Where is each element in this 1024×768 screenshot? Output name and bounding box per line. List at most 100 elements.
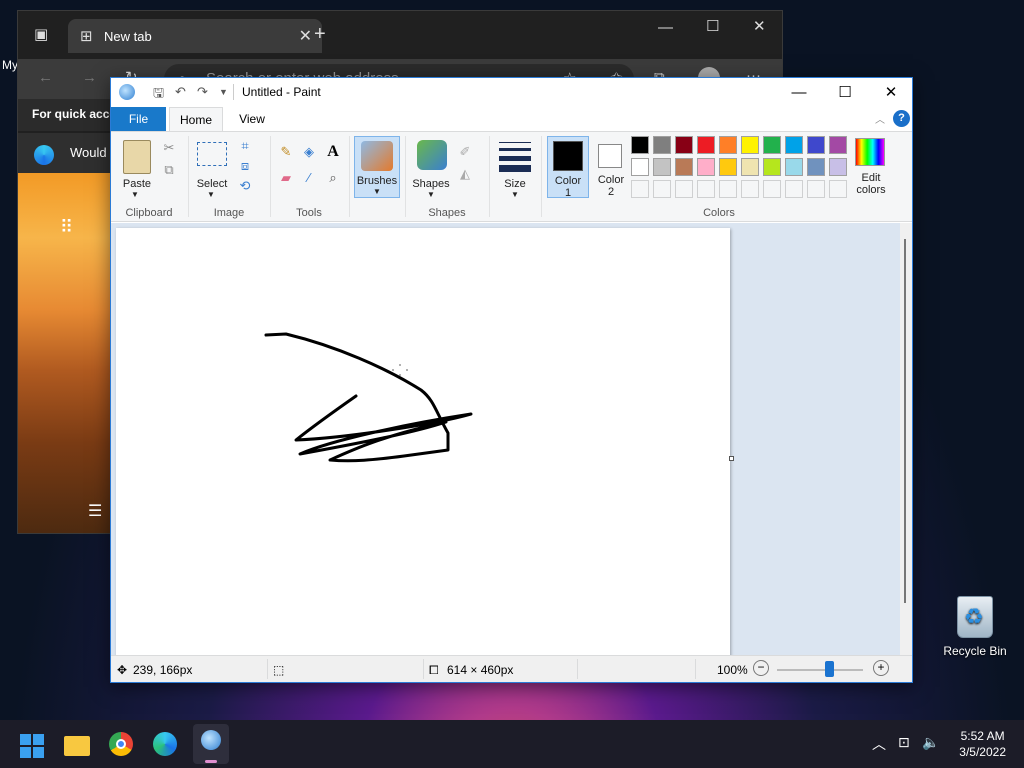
vertical-scrollbar[interactable] xyxy=(900,223,912,655)
edit-colors-icon[interactable] xyxy=(855,138,885,166)
palette-color-swatch[interactable] xyxy=(719,136,737,154)
palette-color-swatch[interactable] xyxy=(719,158,737,176)
palette-color-swatch[interactable] xyxy=(763,136,781,154)
paint-app-icon[interactable] xyxy=(119,84,135,100)
palette-color-swatch[interactable] xyxy=(807,158,825,176)
outline-icon[interactable]: ✐ xyxy=(455,142,475,162)
size-dropdown-icon[interactable]: ▼ xyxy=(511,190,519,199)
palette-color-swatch[interactable] xyxy=(741,136,759,154)
fill-icon[interactable]: ◈ xyxy=(299,142,319,162)
paste-icon[interactable] xyxy=(123,140,151,174)
resize-icon[interactable]: ⧈ xyxy=(235,156,255,176)
select-icon[interactable] xyxy=(197,142,227,166)
size-icon[interactable] xyxy=(499,142,531,172)
network-icon[interactable]: ⊡ xyxy=(898,734,910,751)
zoom-slider-thumb[interactable] xyxy=(824,661,834,677)
palette-color-swatch[interactable] xyxy=(763,158,781,176)
forward-icon[interactable]: → xyxy=(82,69,97,86)
redo-icon[interactable]: ↷ xyxy=(197,84,208,100)
magnifier-icon[interactable]: ⌕ xyxy=(323,168,343,188)
collapse-ribbon-icon[interactable]: ︿ xyxy=(875,111,885,126)
close-button[interactable]: ✕ xyxy=(868,78,914,107)
brushes-button[interactable]: Brushes ▼ xyxy=(354,136,400,198)
menu-icon[interactable]: ☰ xyxy=(88,501,102,521)
palette-color-swatch[interactable] xyxy=(785,136,803,154)
size-button[interactable]: Size xyxy=(493,178,537,190)
paste-dropdown-icon[interactable]: ▼ xyxy=(131,190,139,199)
text-icon[interactable]: A xyxy=(323,142,343,162)
tab-actions-icon[interactable]: ▣ xyxy=(34,25,48,43)
close-tab-icon[interactable]: ✕ xyxy=(299,26,312,46)
palette-color-swatch[interactable] xyxy=(675,158,693,176)
scrollbar-thumb[interactable] xyxy=(904,239,906,603)
palette-empty-swatch[interactable] xyxy=(785,180,803,198)
apps-grid-icon[interactable]: ⠿ xyxy=(60,217,73,238)
palette-color-swatch[interactable] xyxy=(829,136,847,154)
help-icon[interactable]: ? xyxy=(893,110,910,127)
copy-icon[interactable]: ⧉ xyxy=(159,160,179,180)
edit-colors-label-line2[interactable]: colors xyxy=(847,184,895,196)
color-picker-icon[interactable]: ⁄ xyxy=(299,168,319,188)
palette-color-swatch[interactable] xyxy=(697,136,715,154)
chrome-icon[interactable] xyxy=(105,728,137,760)
customize-qat-icon[interactable]: ▼ xyxy=(219,87,228,97)
select-button[interactable]: Select xyxy=(191,178,233,190)
palette-empty-swatch[interactable] xyxy=(763,180,781,198)
crop-icon[interactable]: ⌗ xyxy=(235,136,255,156)
tab-view[interactable]: View xyxy=(229,107,275,131)
back-icon[interactable]: ← xyxy=(38,69,53,86)
file-explorer-icon[interactable] xyxy=(61,728,93,760)
palette-color-swatch[interactable] xyxy=(741,158,759,176)
new-tab-button[interactable]: + xyxy=(314,23,326,46)
shapes-dropdown-icon[interactable]: ▼ xyxy=(427,190,435,199)
paste-button[interactable]: Paste xyxy=(117,178,157,190)
drawing-canvas[interactable] xyxy=(116,228,730,658)
palette-empty-swatch[interactable] xyxy=(675,180,693,198)
rotate-icon[interactable]: ⟲ xyxy=(235,176,255,196)
paint-taskbar-icon[interactable] xyxy=(193,724,229,764)
palette-empty-swatch[interactable] xyxy=(653,180,671,198)
palette-empty-swatch[interactable] xyxy=(741,180,759,198)
pencil-icon[interactable]: ✎ xyxy=(276,142,296,162)
maximize-icon[interactable]: ☐ xyxy=(706,17,719,35)
tab-home[interactable]: Home xyxy=(169,107,223,131)
minimize-icon[interactable]: — xyxy=(658,19,673,36)
palette-color-swatch[interactable] xyxy=(829,158,847,176)
palette-empty-swatch[interactable] xyxy=(697,180,715,198)
palette-color-swatch[interactable] xyxy=(631,136,649,154)
start-button[interactable] xyxy=(16,728,48,760)
zoom-slider-track[interactable] xyxy=(777,669,863,671)
color1-button[interactable]: Color 1 xyxy=(547,136,589,199)
zoom-out-button[interactable]: − xyxy=(753,660,769,676)
shapes-button[interactable]: Shapes xyxy=(409,178,453,190)
minimize-button[interactable]: — xyxy=(776,78,822,107)
palette-color-swatch[interactable] xyxy=(807,136,825,154)
maximize-button[interactable]: ☐ xyxy=(822,78,868,107)
eraser-icon[interactable]: ▰ xyxy=(276,168,296,188)
color2-button[interactable]: Color 2 xyxy=(591,136,633,198)
volume-icon[interactable]: 🔈 xyxy=(922,734,939,751)
canvas-resize-handle[interactable] xyxy=(729,456,734,461)
close-icon[interactable]: ✕ xyxy=(753,17,766,35)
tab-file[interactable]: File xyxy=(111,107,166,131)
clock[interactable]: 5:52 AM 3/5/2022 xyxy=(959,728,1006,760)
palette-empty-swatch[interactable] xyxy=(719,180,737,198)
edge-icon[interactable] xyxy=(149,728,181,760)
cut-icon[interactable]: ✂ xyxy=(159,138,179,158)
palette-color-swatch[interactable] xyxy=(631,158,649,176)
palette-empty-swatch[interactable] xyxy=(631,180,649,198)
paint-window[interactable]: 🖫 ↶ ↷ ▼ Untitled - Paint — ☐ ✕ File Home… xyxy=(110,77,913,683)
edit-colors-label-line1[interactable]: Edit xyxy=(847,172,895,184)
zoom-in-button[interactable]: + xyxy=(873,660,889,676)
chevron-up-icon[interactable]: ︿ xyxy=(872,734,886,754)
desktop-icon-label[interactable]: My xyxy=(2,58,18,72)
recycle-bin[interactable]: Recycle Bin xyxy=(940,596,1010,658)
palette-color-swatch[interactable] xyxy=(653,158,671,176)
undo-icon[interactable]: ↶ xyxy=(175,84,186,100)
palette-color-swatch[interactable] xyxy=(785,158,803,176)
palette-empty-swatch[interactable] xyxy=(807,180,825,198)
palette-empty-swatch[interactable] xyxy=(829,180,847,198)
save-icon[interactable]: 🖫 xyxy=(153,84,164,106)
browser-tab[interactable]: ⊞ New tab ✕ xyxy=(68,19,322,53)
shapes-icon[interactable] xyxy=(417,140,447,170)
